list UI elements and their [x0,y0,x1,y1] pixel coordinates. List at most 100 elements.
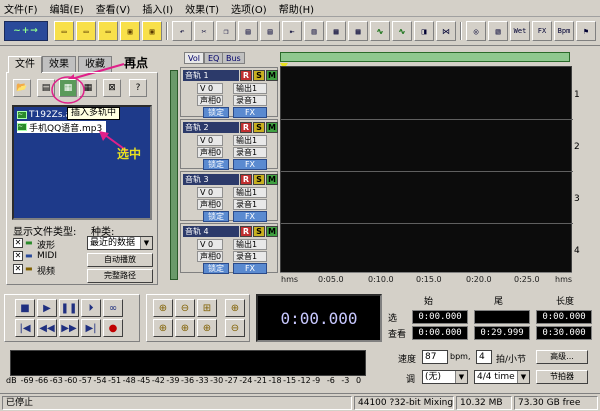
mute-button[interactable]: M [266,70,278,81]
marker-icon[interactable]: ◨ [414,21,434,41]
select-end-field[interactable] [474,310,530,324]
fx-button[interactable]: FX [233,211,267,222]
fx-button[interactable]: FX [532,21,552,41]
copy-icon[interactable]: ❐ [216,21,236,41]
zoom-left-icon[interactable]: ⊕ [175,319,195,337]
menu-options[interactable]: 选项(O) [231,1,267,16]
menu-view[interactable]: 查看(V) [96,1,131,16]
trim-icon[interactable]: ⇤ [282,21,302,41]
grid-icon[interactable]: ▦ [326,21,346,41]
select-icon[interactable]: ▥ [304,21,324,41]
output-field[interactable]: 输出1 [233,135,267,146]
overview-bar[interactable] [280,52,570,62]
output-field[interactable]: 输出1 [233,239,267,250]
mute-button[interactable]: M [266,174,278,185]
menu-edit[interactable]: 编辑(E) [50,1,84,16]
time-signature-select[interactable]: 4/4 time ▼ [474,370,530,384]
view-length-field[interactable]: 0:30.000 [536,326,592,340]
solo-button[interactable]: S [253,70,265,81]
solo-button[interactable]: S [253,226,265,237]
envelope-icon[interactable]: ▦ [348,21,368,41]
view-end-field[interactable]: 0:29.999 [474,326,530,340]
zoom-in-vertical-icon[interactable]: ⊕ [225,299,245,317]
go-to-start-icon[interactable]: |◀ [15,319,35,337]
rewind-icon[interactable]: ◀◀ [37,319,57,337]
key-select[interactable]: (无) ▼ [422,370,468,384]
volume-field[interactable]: V 0 [197,239,223,250]
record-device-field[interactable]: 录音1 [233,147,267,158]
track-name[interactable]: 音轨 4 [183,226,239,237]
time-ruler[interactable]: hms 0:05.0 0:10.0 0:15.0 0:20.0 0:25.0 h… [280,272,572,286]
pause-icon[interactable]: ❚❚ [59,299,79,317]
autoplay-button[interactable]: 自动播放 [87,253,153,267]
select-length-field[interactable]: 0:00.000 [536,310,592,324]
list-item-selected[interactable]: ~ 手机QQ语音.mp3 [17,121,107,134]
fx-button[interactable]: FX [233,159,267,170]
tempo-input[interactable]: 87 [422,350,448,364]
solo-button[interactable]: S [253,122,265,133]
tab-bus[interactable]: Bus [222,52,245,64]
record-device-field[interactable]: 录音1 [233,95,267,106]
track-name[interactable]: 音轨 2 [183,122,239,133]
volume-field[interactable]: V 0 [197,83,223,94]
track-name[interactable]: 音轨 1 [183,70,239,81]
volume-field[interactable]: V 0 [197,135,223,146]
fx-button[interactable]: FX [233,263,267,274]
paste-icon[interactable]: ▤ [238,21,258,41]
record-arm-button[interactable]: R [240,226,252,237]
zoom-out-horizontal-icon[interactable]: ⊖ [175,299,195,317]
track-name[interactable]: 音轨 3 [183,174,239,185]
record-device-field[interactable]: 录音1 [233,199,267,210]
save-as-icon[interactable]: ▣ [142,21,162,41]
record-arm-button[interactable]: R [240,70,252,81]
tab-eq[interactable]: EQ [204,52,224,64]
fast-forward-icon[interactable]: ▶▶ [59,319,79,337]
volume-field[interactable]: V 0 [197,187,223,198]
output-field[interactable]: 输出1 [233,83,267,94]
loop-icon[interactable]: ◎ [466,21,486,41]
open-append-icon[interactable]: ▭ [98,21,118,41]
mute-button[interactable]: M [266,226,278,237]
play-icon[interactable]: ▶ [37,299,57,317]
beats-input[interactable]: 4 [476,350,492,364]
open-file-icon[interactable]: ▭ [76,21,96,41]
snap-icon[interactable]: ▧ [488,21,508,41]
play-to-end-icon[interactable]: ⏵ [81,299,101,317]
zoom-full-icon[interactable]: ⊞ [197,299,217,317]
undo-icon[interactable]: ↶ [172,21,192,41]
lock-button[interactable]: 锁定 [203,263,229,274]
pan-field[interactable]: 声相0 [197,199,223,210]
pan-field[interactable]: 声相0 [197,147,223,158]
list-item[interactable]: ~ T192Zs.a [17,109,71,121]
help-icon[interactable]: ? [129,79,147,97]
cut-icon[interactable]: ✂ [194,21,214,41]
view-start-field[interactable]: 0:00.000 [412,326,468,340]
pan-field[interactable]: 声相0 [197,95,223,106]
select-start-field[interactable]: 0:00.000 [412,310,468,324]
menu-insert[interactable]: 插入(I) [142,1,173,16]
mix-paste-icon[interactable]: ▤ [260,21,280,41]
video-checkbox[interactable]: ✕ [13,264,23,274]
lock-button[interactable]: 锁定 [203,211,229,222]
advanced-button[interactable]: 高级... [536,350,588,364]
midi-checkbox[interactable]: ✕ [13,251,23,261]
crossfade-icon[interactable]: ⋈ [436,21,456,41]
tab-vol[interactable]: Vol [184,52,204,64]
menu-file[interactable]: 文件(F) [4,1,38,16]
pan-field[interactable]: 声相0 [197,251,223,262]
lock-button[interactable]: 锁定 [203,107,229,118]
close-file-icon[interactable]: ⊠ [103,79,121,97]
metronome-button[interactable]: 节拍器 [536,370,588,384]
mute-button[interactable]: M [266,122,278,133]
bpm-button[interactable]: Bpm [554,21,574,41]
spectral-icon[interactable]: ∿ [392,21,412,41]
file-list[interactable]: ~ T192Zs.a ~ 手机QQ语音.mp3 [12,105,152,220]
record-arm-button[interactable]: R [240,174,252,185]
waveform-icon[interactable]: ∿ [370,21,390,41]
zoom-in-horizontal-icon[interactable]: ⊕ [153,299,173,317]
menu-help[interactable]: 帮助(H) [279,1,314,16]
mode-switch-button[interactable]: ~+→ [4,21,48,41]
output-field[interactable]: 输出1 [233,187,267,198]
open-folder-icon[interactable]: 📂 [13,79,31,97]
wet-button[interactable]: Wet [510,21,530,41]
